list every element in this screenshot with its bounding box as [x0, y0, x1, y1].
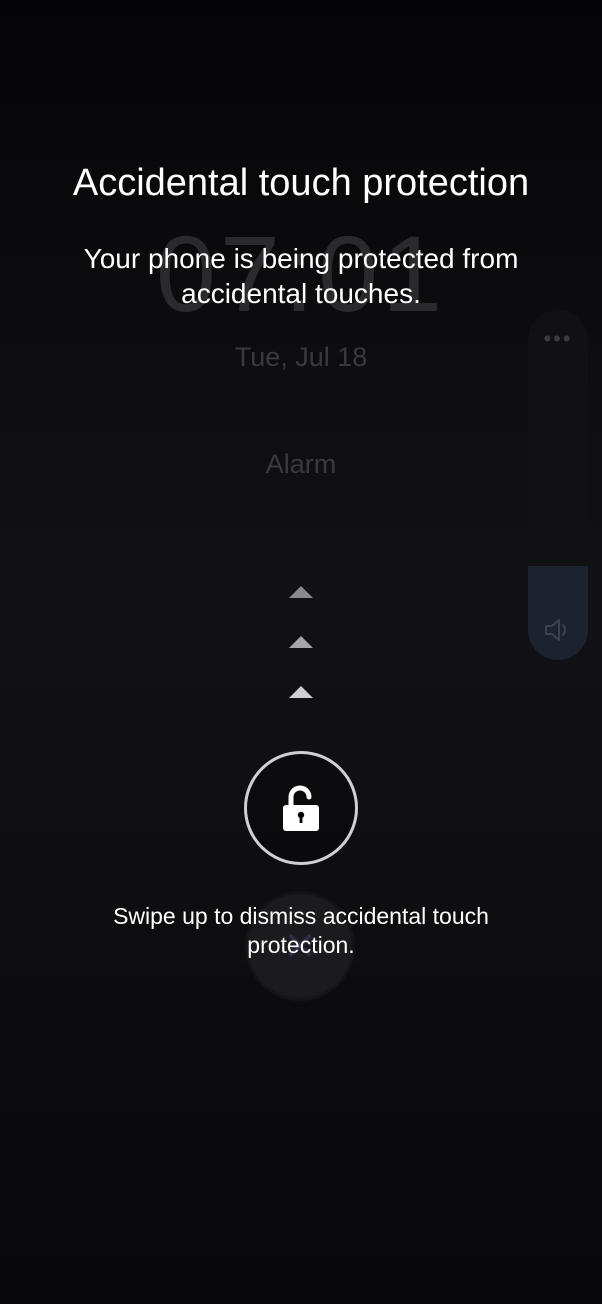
speaker-icon	[545, 619, 566, 641]
alarm-date: Tue, Jul 18	[234, 342, 368, 372]
swipe-up-arrow-icon	[289, 686, 313, 698]
alarm-label: Alarm	[265, 449, 337, 479]
swipe-up-arrow-icon	[289, 636, 313, 648]
swipe-hint-text: Swipe up to dismiss accidental touch pro…	[113, 903, 489, 958]
unlocked-padlock-icon	[283, 785, 319, 831]
more-dots-icon[interactable]: •••	[528, 328, 588, 350]
swipe-up-arrow-icon	[289, 586, 313, 598]
unlock-swipe-button[interactable]	[244, 751, 358, 865]
protection-message: Your phone is being protected from accid…	[83, 243, 519, 309]
volume-slider[interactable]: •••	[528, 310, 588, 660]
page-title: Accidental touch protection	[72, 162, 530, 204]
